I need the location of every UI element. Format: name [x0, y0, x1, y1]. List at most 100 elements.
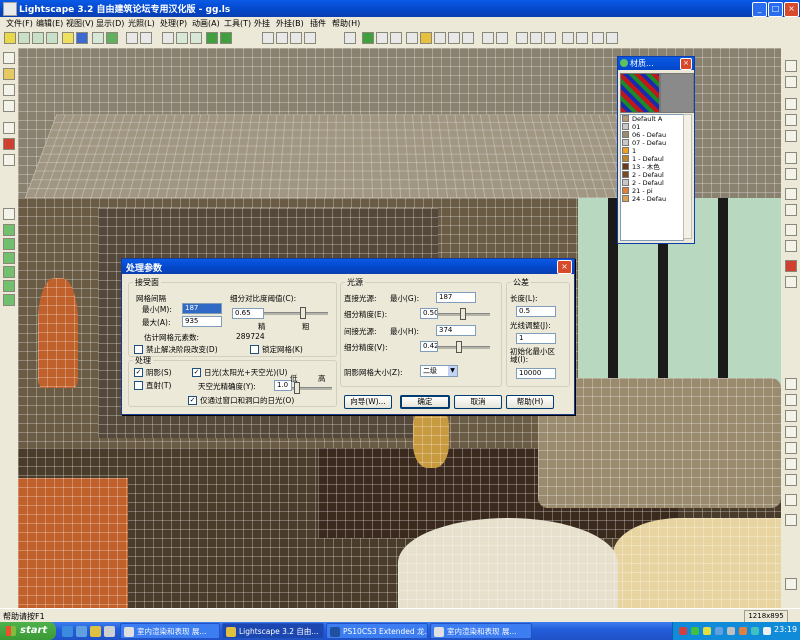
new-icon[interactable]: [4, 32, 16, 44]
show-desktop-icon[interactable]: [76, 626, 87, 637]
shadow-checkbox[interactable]: ✓: [134, 368, 143, 377]
menu-tools[interactable]: 工具(T): [224, 18, 251, 29]
open-icon[interactable]: [18, 32, 30, 44]
roll-icon[interactable]: [462, 32, 474, 44]
tray-icon-8[interactable]: [763, 627, 771, 635]
material-list-item[interactable]: 07 - Defau: [621, 139, 683, 147]
light-icon[interactable]: [106, 32, 118, 44]
print-icon[interactable]: [3, 122, 15, 134]
snap-icon[interactable]: [785, 204, 797, 216]
walk-icon[interactable]: [576, 32, 588, 44]
context-help-icon[interactable]: [3, 154, 15, 166]
disable-change-checkbox[interactable]: [134, 345, 143, 354]
init-min-area-input[interactable]: 10000: [516, 368, 556, 379]
back-icon[interactable]: [362, 32, 374, 44]
refresh-icon[interactable]: [176, 32, 188, 44]
figure-icon[interactable]: [606, 32, 618, 44]
dialog-titlebar[interactable]: 处理参数 ×: [122, 259, 574, 274]
task-item-2[interactable]: Lightscape 3.2 自由...: [222, 623, 324, 639]
zoom-out-icon[interactable]: [390, 32, 402, 44]
window-icon[interactable]: [3, 100, 15, 112]
zx-icon[interactable]: [785, 474, 797, 486]
material-list-item[interactable]: 2 - Defaul: [621, 171, 683, 179]
target-icon[interactable]: [276, 32, 288, 44]
measure-icon[interactable]: [544, 32, 556, 44]
zoom-extent-icon[interactable]: [482, 32, 494, 44]
indirect-subdiv-slider-thumb[interactable]: [456, 341, 462, 353]
tray-icon-1[interactable]: [679, 627, 687, 635]
layer-5-icon[interactable]: [3, 280, 15, 292]
ungroup-icon[interactable]: [785, 240, 797, 252]
layer-stack-icon[interactable]: [262, 32, 274, 44]
align-icon[interactable]: [785, 188, 797, 200]
material-list-item[interactable]: Default A: [621, 115, 683, 123]
layer-4-icon[interactable]: [3, 266, 15, 278]
view-right-icon[interactable]: [785, 426, 797, 438]
folder-icon[interactable]: [3, 68, 15, 80]
group-icon[interactable]: [785, 224, 797, 236]
direct-subdiv-slider-thumb[interactable]: [460, 308, 466, 320]
arrow-icon[interactable]: [3, 208, 15, 220]
wizard-button[interactable]: 向导(W)...: [344, 395, 392, 409]
scroll-down-icon[interactable]: [785, 578, 797, 590]
pointer-icon[interactable]: [516, 32, 528, 44]
view-down-icon[interactable]: [785, 394, 797, 406]
material-list[interactable]: Default A 01 06 - Defau 07 - Defau 1 1 - Defa…: [620, 114, 684, 241]
menu-edit[interactable]: 编辑(E): [36, 18, 63, 29]
doc-edit-icon[interactable]: [785, 168, 797, 180]
magnify-icon[interactable]: [344, 32, 356, 44]
maximize-button[interactable]: □: [768, 2, 783, 17]
yz-icon[interactable]: [785, 458, 797, 470]
material-list-item[interactable]: 2 - Defaul: [621, 179, 683, 187]
indirect-min-input[interactable]: 374: [436, 325, 476, 336]
menu-light[interactable]: 光照(L): [128, 18, 155, 29]
view-left-icon[interactable]: [785, 410, 797, 422]
material-window-titlebar[interactable]: 材质... ×: [618, 57, 694, 70]
length-input[interactable]: 0.5: [516, 306, 556, 317]
rotate-alt-icon[interactable]: [448, 32, 460, 44]
menu-display[interactable]: 显示(D): [96, 18, 124, 29]
view-up-icon[interactable]: [785, 378, 797, 390]
disk-icon[interactable]: [3, 84, 15, 96]
min-input[interactable]: 187: [182, 303, 222, 314]
start-button[interactable]: start: [0, 622, 56, 640]
lighting-adjust-input[interactable]: 1: [516, 333, 556, 344]
material-list-item[interactable]: 1 - Defaul: [621, 155, 683, 163]
minimize-button[interactable]: _: [752, 2, 767, 17]
ie-icon[interactable]: [62, 626, 73, 637]
doc-icon[interactable]: [785, 152, 797, 164]
cube-icon[interactable]: [92, 32, 104, 44]
layer-2-icon[interactable]: [3, 238, 15, 250]
material-icon[interactable]: [62, 32, 74, 44]
tray-icon-3[interactable]: [703, 627, 711, 635]
task-item-3[interactable]: PS10CS3 Extended 龙...: [326, 623, 428, 639]
tray-icon-2[interactable]: [691, 627, 699, 635]
material-list-item[interactable]: 1: [621, 147, 683, 155]
page-icon[interactable]: [3, 52, 15, 64]
indirect-subdiv-input[interactable]: 0.42: [420, 341, 438, 352]
cancel-button[interactable]: 取消: [454, 395, 502, 409]
rotate-icon[interactable]: [434, 32, 446, 44]
subdivision-threshold-input[interactable]: 0.65: [232, 308, 264, 319]
menu-process[interactable]: 处理(P): [160, 18, 187, 29]
direct-checkbox[interactable]: [134, 381, 143, 390]
fly-icon[interactable]: [592, 32, 604, 44]
ok-button[interactable]: 确定: [400, 395, 450, 409]
tray-icon-4[interactable]: [715, 627, 723, 635]
subdivision-slider-thumb[interactable]: [300, 307, 306, 319]
mesh-icon[interactable]: [162, 32, 174, 44]
pan-icon[interactable]: [420, 32, 432, 44]
move-icon[interactable]: [785, 76, 797, 88]
volume-icon[interactable]: [751, 627, 759, 635]
material-list-scrollbar[interactable]: [683, 114, 692, 239]
zoom-region-icon[interactable]: [496, 32, 508, 44]
cursor-icon[interactable]: [785, 60, 797, 72]
tray-icon-6[interactable]: [739, 627, 747, 635]
media-icon[interactable]: [104, 626, 115, 637]
zoom-in-icon[interactable]: [376, 32, 388, 44]
solid-icon[interactable]: [206, 32, 218, 44]
menu-animation[interactable]: 动画(A): [192, 18, 220, 29]
sunlight-checkbox[interactable]: ✓: [192, 368, 201, 377]
layer-6-icon[interactable]: [3, 294, 15, 306]
layer-1-icon[interactable]: [3, 224, 15, 236]
